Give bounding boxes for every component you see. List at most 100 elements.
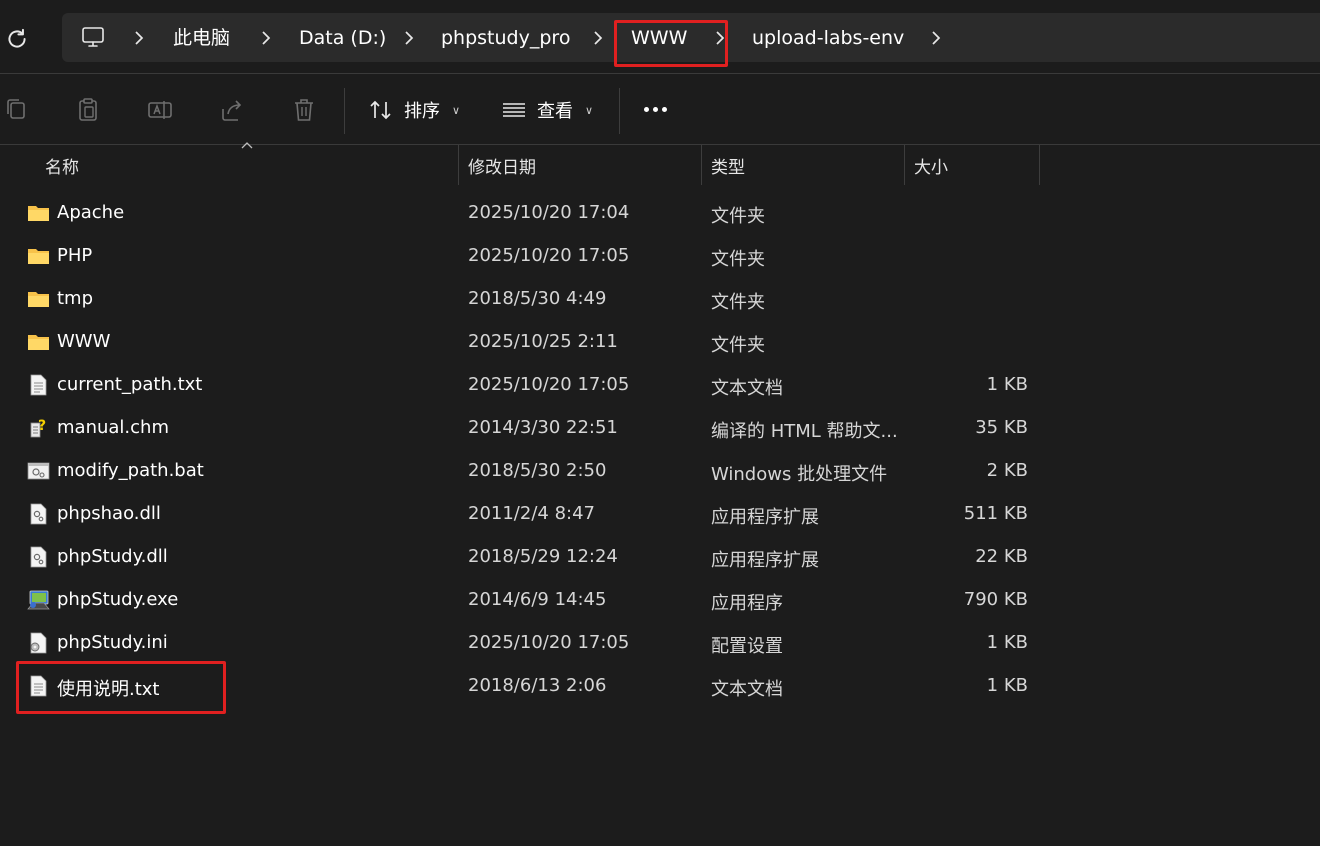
- file-name: phpStudy.dll: [57, 546, 168, 567]
- breadcrumb-this-pc[interactable]: 此电脑: [173, 26, 230, 50]
- folder-icon: [28, 335, 49, 350]
- file-date: 2018/6/13 2:06: [468, 675, 607, 696]
- file-name: WWW: [57, 331, 111, 352]
- view-label: 查看: [537, 101, 573, 122]
- file-date: 2018/5/29 12:24: [468, 546, 618, 567]
- file-date: 2014/3/30 22:51: [468, 417, 618, 438]
- list-item[interactable]: tmp 2018/5/30 4:49 文件夹: [0, 278, 1320, 321]
- file-date: 2018/5/30 2:50: [468, 460, 607, 481]
- file-type: 文件夹: [711, 292, 765, 313]
- column-divider[interactable]: [1039, 145, 1040, 185]
- chevron-right-icon[interactable]: [402, 28, 416, 48]
- column-date-header[interactable]: 修改日期: [468, 153, 536, 178]
- list-item[interactable]: ? manual.chm 2014/3/30 22:51 编译的 HTML 帮助…: [0, 407, 1320, 450]
- file-date: 2011/2/4 8:47: [468, 503, 595, 524]
- column-divider[interactable]: [904, 145, 905, 185]
- column-type-header[interactable]: 类型: [711, 153, 745, 178]
- folder-icon: [28, 249, 49, 264]
- ini-file-icon: [30, 632, 47, 654]
- breadcrumb-www[interactable]: WWW: [631, 26, 687, 50]
- file-type: 文件夹: [711, 249, 765, 270]
- divider: [344, 88, 345, 134]
- list-item[interactable]: PHP 2025/10/20 17:05 文件夹: [0, 235, 1320, 278]
- file-type: 编译的 HTML 帮助文...: [711, 421, 898, 442]
- breadcrumb-phpstudy-pro[interactable]: phpstudy_pro: [441, 26, 570, 50]
- chevron-down-icon: ∨: [452, 103, 461, 117]
- file-size: 2 KB: [986, 460, 1028, 481]
- dll-file-icon: [30, 503, 47, 525]
- file-size: 1 KB: [986, 374, 1028, 395]
- svg-text:?: ?: [38, 418, 46, 434]
- view-button[interactable]: 查看 ∨: [501, 97, 593, 123]
- share-icon[interactable]: [217, 95, 247, 125]
- file-size: 1 KB: [986, 632, 1028, 653]
- copy-icon[interactable]: [2, 95, 32, 125]
- column-name-header[interactable]: 名称: [45, 153, 79, 178]
- list-item[interactable]: WWW 2025/10/25 2:11 文件夹: [0, 321, 1320, 364]
- list-item[interactable]: phpshao.dll 2011/2/4 8:47 应用程序扩展 511 KB: [0, 493, 1320, 536]
- file-size: 35 KB: [975, 417, 1028, 438]
- list-item[interactable]: current_path.txt 2025/10/20 17:05 文本文档 1…: [0, 364, 1320, 407]
- file-date: 2018/5/30 4:49: [468, 288, 607, 309]
- chevron-down-icon: ∨: [585, 103, 594, 117]
- file-date: 2025/10/25 2:11: [468, 331, 618, 352]
- file-type: 文本文档: [711, 378, 783, 399]
- list-item[interactable]: 使用说明.txt 2018/6/13 2:06 文本文档 1 KB: [0, 665, 1320, 708]
- chevron-right-icon[interactable]: [132, 28, 146, 48]
- help-file-icon: ?: [30, 418, 46, 438]
- sort-label: 排序: [404, 101, 440, 122]
- file-type: 文本文档: [711, 679, 783, 700]
- file-size: 511 KB: [963, 503, 1028, 524]
- chevron-right-icon[interactable]: [929, 28, 943, 48]
- file-type: 应用程序扩展: [711, 550, 819, 571]
- file-date: 2025/10/20 17:05: [468, 245, 630, 266]
- this-pc-icon[interactable]: [80, 24, 106, 50]
- file-type: 文件夹: [711, 335, 765, 356]
- list-item[interactable]: phpStudy.exe 2014/6/9 14:45 应用程序 790 KB: [0, 579, 1320, 622]
- paste-icon[interactable]: [73, 95, 103, 125]
- sort-button[interactable]: 排序 ∨: [368, 97, 460, 123]
- exe-file-icon: [27, 590, 50, 610]
- divider: [619, 88, 620, 134]
- column-size-header[interactable]: 大小: [914, 153, 948, 178]
- breadcrumb-data-drive[interactable]: Data (D:): [299, 26, 386, 50]
- file-type: 应用程序扩展: [711, 507, 819, 528]
- text-file-icon: [30, 675, 47, 697]
- column-divider[interactable]: [458, 145, 459, 185]
- chevron-right-icon[interactable]: [259, 28, 273, 48]
- folder-icon: [28, 206, 49, 221]
- more-options-icon[interactable]: [644, 107, 667, 112]
- chevron-right-icon[interactable]: [591, 28, 605, 48]
- address-toolbar: 此电脑 Data (D:) phpstudy_pro WWW upload-la…: [0, 0, 1320, 74]
- file-date: 2025/10/20 17:05: [468, 632, 630, 653]
- delete-icon[interactable]: [289, 95, 319, 125]
- file-name: tmp: [57, 288, 94, 309]
- file-name: current_path.txt: [57, 374, 203, 395]
- file-name: phpshao.dll: [57, 503, 161, 524]
- list-item[interactable]: modify_path.bat 2018/5/30 2:50 Windows 批…: [0, 450, 1320, 493]
- file-name: manual.chm: [57, 417, 169, 438]
- dll-file-icon: [30, 546, 47, 568]
- chevron-right-icon[interactable]: [713, 28, 727, 48]
- file-type: 应用程序: [711, 593, 783, 614]
- rename-icon[interactable]: [145, 95, 175, 125]
- file-size: 1 KB: [986, 675, 1028, 696]
- list-item[interactable]: phpStudy.ini 2025/10/20 17:05 配置设置 1 KB: [0, 622, 1320, 665]
- refresh-icon[interactable]: [4, 26, 30, 52]
- file-size: 22 KB: [975, 546, 1028, 567]
- address-bar[interactable]: [62, 13, 1320, 62]
- file-type: 配置设置: [711, 636, 783, 657]
- command-bar: 排序 ∨ 查看 ∨: [0, 75, 1320, 145]
- file-date: 2014/6/9 14:45: [468, 589, 607, 610]
- file-name: PHP: [57, 245, 93, 266]
- file-name: modify_path.bat: [57, 460, 204, 481]
- file-date: 2025/10/20 17:05: [468, 374, 630, 395]
- file-type: Windows 批处理文件: [711, 464, 888, 485]
- file-name: Apache: [57, 202, 125, 223]
- list-item[interactable]: Apache 2025/10/20 17:04 文件夹: [0, 192, 1320, 235]
- sort-icon: [370, 100, 391, 120]
- breadcrumb-upload-labs-env[interactable]: upload-labs-env: [752, 26, 904, 50]
- list-item[interactable]: phpStudy.dll 2018/5/29 12:24 应用程序扩展 22 K…: [0, 536, 1320, 579]
- column-divider[interactable]: [701, 145, 702, 185]
- column-header: 名称 修改日期 类型 大小: [0, 145, 1320, 185]
